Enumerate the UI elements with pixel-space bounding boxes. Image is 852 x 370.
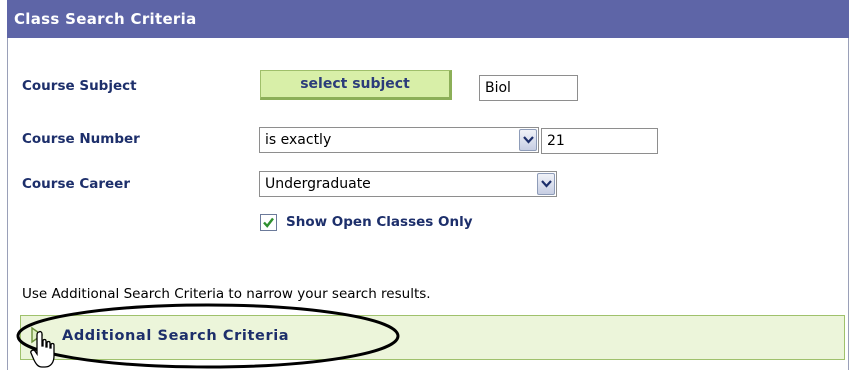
- course-subject-label: Course Subject: [22, 78, 137, 94]
- chevron-down-icon[interactable]: [519, 129, 537, 151]
- course-career-label: Course Career: [22, 176, 130, 192]
- chevron-down-icon[interactable]: [537, 173, 555, 195]
- course-number-operator-select[interactable]: is exactly: [259, 127, 539, 153]
- course-number-operator-value: is exactly: [265, 132, 332, 148]
- hand-cursor-icon: [30, 330, 55, 368]
- annotation-ellipse: [16, 303, 400, 369]
- course-number-input[interactable]: 21: [541, 128, 658, 154]
- select-subject-button[interactable]: select subject: [260, 70, 452, 100]
- section-header: Class Search Criteria: [7, 0, 849, 38]
- open-classes-checkbox[interactable]: [260, 214, 277, 231]
- course-number-label: Course Number: [22, 131, 140, 147]
- open-classes-label[interactable]: Show Open Classes Only: [286, 214, 473, 230]
- course-career-value: Undergraduate: [265, 176, 371, 192]
- course-subject-input[interactable]: Biol: [479, 75, 578, 101]
- course-career-select[interactable]: Undergraduate: [259, 171, 557, 197]
- checkmark-icon: [263, 217, 274, 228]
